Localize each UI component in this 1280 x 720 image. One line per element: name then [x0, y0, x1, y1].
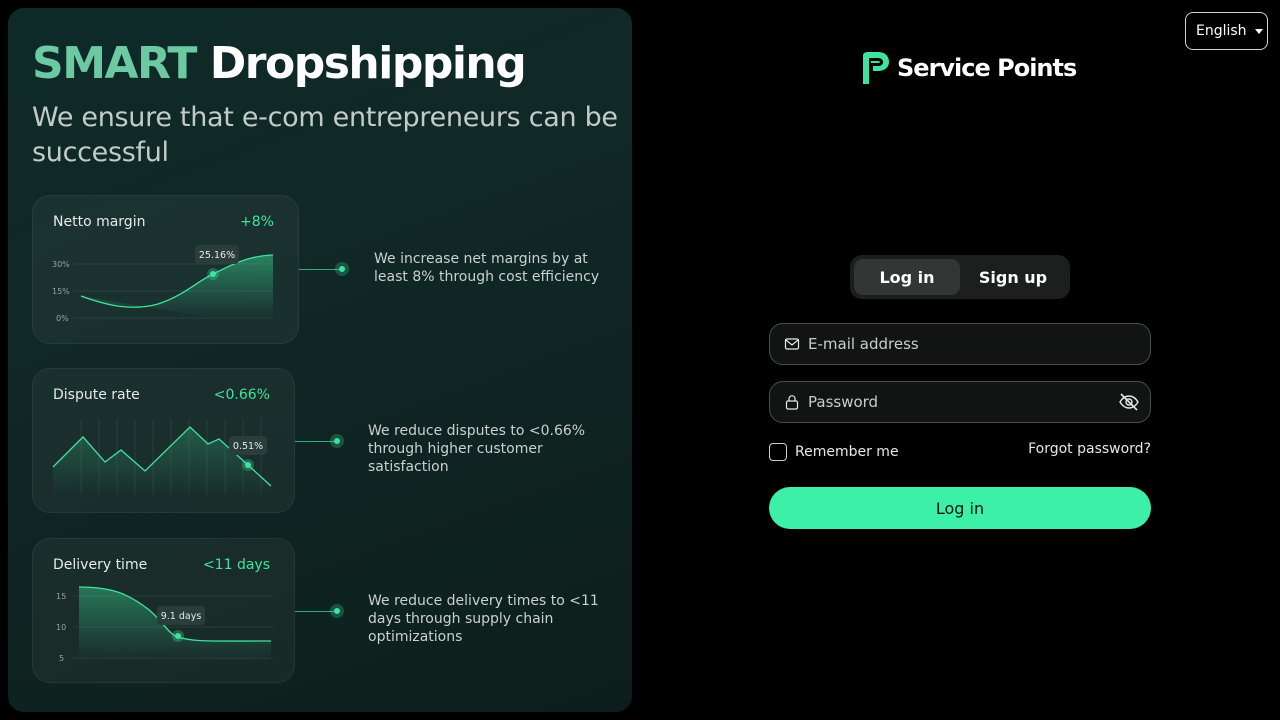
- connector-dot: [330, 434, 344, 448]
- card-description: We reduce disputes to <0.66% through hig…: [368, 423, 586, 475]
- highlight-point-core: [175, 633, 181, 639]
- y-tick-label: 15: [56, 592, 66, 601]
- highlight-point-core: [210, 271, 216, 277]
- hero-title: SMART Dropshipping: [32, 38, 527, 89]
- language-label: English: [1196, 23, 1247, 39]
- brand-name: Service Points: [897, 54, 1077, 82]
- y-tick-label: 0%: [56, 314, 69, 323]
- email-field: [769, 323, 1151, 365]
- card-value: <0.66%: [213, 387, 270, 403]
- metric-card-delivery-time: 15 10 5 9.1 days Delivery time <11 days: [32, 538, 295, 683]
- eye-slash-icon[interactable]: [1118, 391, 1140, 413]
- remember-me-label: Remember me: [795, 444, 899, 460]
- connector-dot: [330, 604, 344, 618]
- highlight-point-core: [245, 462, 251, 468]
- card-description: We reduce delivery times to <11 days thr…: [368, 593, 599, 645]
- tab-sign-up[interactable]: Sign up: [960, 259, 1066, 295]
- lock-icon: [785, 395, 799, 410]
- y-tick-label: 15%: [52, 287, 70, 296]
- remember-me-checkbox[interactable]: [769, 443, 787, 461]
- remember-me: Remember me: [769, 443, 899, 461]
- hero-title-accent: SMART: [32, 38, 197, 89]
- hero-subtitle: We ensure that e-com entrepreneurs can b…: [32, 102, 618, 168]
- tooltip-label: 9.1 days: [161, 611, 202, 622]
- forgot-password-link[interactable]: Forgot password?: [1028, 441, 1151, 457]
- card-value: <11 days: [202, 557, 270, 573]
- envelope-icon: [784, 338, 800, 350]
- connector-dot: [335, 262, 349, 276]
- metric-card-netto-margin: 30% 15% 0% 25.16% Netto margin +8%: [32, 195, 299, 344]
- card-title: Netto margin: [53, 214, 146, 230]
- y-tick-label: 10: [56, 623, 66, 632]
- y-tick-label: 30%: [52, 260, 70, 269]
- metric-card-dispute-rate: 0.51% Dispute rate <0.66%: [32, 368, 295, 513]
- card-title: Delivery time: [53, 557, 148, 573]
- service-points-logo-icon: [863, 52, 889, 84]
- tooltip-label: 0.51%: [233, 441, 263, 452]
- language-dropdown[interactable]: English: [1185, 12, 1268, 50]
- hero-panel: SMART Dropshipping We ensure that e-com …: [8, 8, 632, 712]
- chevron-down-icon: [1254, 28, 1263, 34]
- password-input[interactable]: [808, 393, 1118, 411]
- brand-logo: Service Points: [859, 50, 1077, 86]
- auth-tabs: Log in Sign up: [850, 255, 1070, 299]
- password-field: [769, 381, 1151, 423]
- log-in-button[interactable]: Log in: [769, 487, 1151, 529]
- card-value: +8%: [240, 214, 274, 230]
- email-input[interactable]: [808, 335, 1150, 353]
- tooltip-label: 25.16%: [199, 250, 235, 261]
- hero-title-rest: Dropshipping: [209, 38, 527, 89]
- tab-log-in[interactable]: Log in: [854, 259, 960, 295]
- card-description: We increase net margins by at least 8% t…: [374, 251, 600, 285]
- y-tick-label: 5: [59, 654, 64, 663]
- card-title: Dispute rate: [53, 387, 140, 403]
